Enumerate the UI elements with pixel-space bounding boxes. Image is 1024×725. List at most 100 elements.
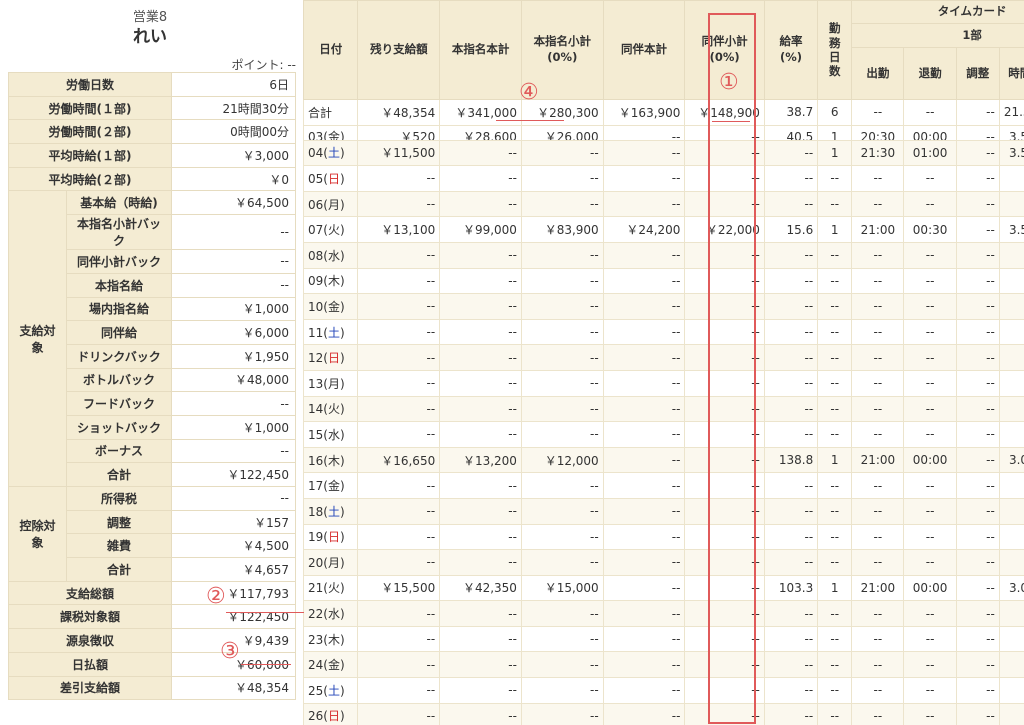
- cell-clock-in: 21:00: [851, 574, 905, 602]
- summary-label: 労働日数: [7, 72, 173, 97]
- cell-douhan-subtotal: --: [684, 241, 765, 269]
- cell-pay-rate: --: [763, 497, 819, 525]
- cell-douhan-total: ￥163,900: [602, 99, 686, 126]
- cell-hours: --: [998, 267, 1024, 295]
- cell-clock-out: --: [903, 421, 957, 448]
- cell-douhan-total: ￥24,200: [602, 216, 686, 243]
- table-row: 24(金)------------------------: [303, 651, 1024, 679]
- cell-honshimei-subtotal: ￥12,000: [520, 446, 604, 474]
- summary-value: ￥1,000: [171, 414, 297, 440]
- summary-value: ￥122,450: [171, 604, 297, 630]
- cell-date: 11(土): [303, 318, 359, 346]
- cell-adjust: --: [955, 99, 1000, 126]
- cell-remaining: --: [357, 677, 441, 704]
- cell-date: 09(木): [303, 267, 359, 295]
- cell-douhan-subtotal: ￥22,000: [684, 216, 765, 243]
- cell-clock-in: --: [851, 651, 905, 679]
- cell-douhan-total: --: [602, 293, 686, 320]
- cell-work-days: 1: [817, 124, 853, 141]
- col-header-hours[interactable]: 時間: [998, 47, 1024, 100]
- weekday-label: 土: [327, 683, 340, 698]
- cell-date: 23(木): [303, 625, 359, 653]
- cell-clock-in: 21:30: [851, 139, 905, 167]
- cell-douhan-subtotal: ￥148,900: [684, 99, 765, 126]
- cell-pay-rate: --: [763, 702, 819, 725]
- cell-work-days: --: [817, 395, 853, 423]
- cell-pay-rate: --: [763, 549, 819, 576]
- cell-hours: --: [998, 190, 1024, 218]
- cell-clock-out: 00:00: [903, 446, 957, 474]
- cell-clock-in: --: [851, 241, 905, 269]
- summary-label: ボトルバック: [65, 367, 173, 393]
- cell-adjust: --: [955, 344, 1000, 371]
- cell-douhan-total: --: [602, 190, 686, 218]
- cell-remaining: --: [357, 190, 441, 218]
- cell-honshimei-total: --: [439, 497, 522, 525]
- cell-hours: --: [998, 421, 1024, 448]
- staff-name: れい: [133, 27, 167, 47]
- cell-remaining: --: [357, 369, 441, 397]
- col-header-pay-rate[interactable]: 給率 (%): [763, 0, 819, 100]
- table-row: 20(月)------------------------: [303, 549, 1024, 576]
- cell-honshimei-total: --: [439, 318, 522, 346]
- col-header-honshimei-total[interactable]: 本指名本計: [439, 0, 522, 100]
- cell-work-days: 1: [817, 139, 853, 167]
- cell-pay-rate: --: [763, 344, 819, 371]
- summary-value: ￥3,000: [171, 143, 297, 168]
- col-header-work-days[interactable]: 勤 務 日 数: [817, 0, 853, 100]
- cell-clock-in: --: [851, 421, 905, 448]
- cell-honshimei-total: --: [439, 677, 522, 704]
- cell-honshimei-subtotal: --: [520, 625, 604, 653]
- col-header-clock-out[interactable]: 退勤: [903, 47, 957, 100]
- cell-work-days: --: [817, 190, 853, 218]
- cell-douhan-total: --: [602, 395, 686, 423]
- cell-hours: --: [998, 318, 1024, 346]
- cell-douhan-subtotal: --: [684, 293, 765, 320]
- cell-honshimei-total: --: [439, 549, 522, 576]
- table-row: 26(日)------------------------: [303, 702, 1024, 725]
- col-header-adjust[interactable]: 調整: [955, 47, 1000, 100]
- col-header-date[interactable]: 日付: [303, 0, 359, 100]
- cell-honshimei-total: --: [439, 625, 522, 653]
- summary-label: 雑費: [65, 533, 173, 559]
- cell-honshimei-total: ￥42,350: [439, 574, 522, 602]
- summary-value: ￥64,500: [171, 190, 297, 216]
- summary-row: 平均時給(２部) ￥0: [7, 166, 297, 192]
- cell-pay-rate: 38.7: [763, 99, 819, 126]
- cell-hours: --: [998, 497, 1024, 525]
- summary-label: 合計: [65, 557, 173, 582]
- summary-row: 控除対象 所得税 --: [8, 486, 297, 582]
- cell-honshimei-subtotal: ￥26,000: [520, 124, 604, 141]
- cell-pay-rate: --: [763, 421, 819, 448]
- weekday-label: 土: [327, 504, 340, 519]
- daily-pay-table-area[interactable]: 日付 残り支給額 本指名本計 本指名小計 (0%) 同伴本計 同伴小計 (0%)…: [303, 0, 1024, 725]
- cell-clock-out: --: [903, 99, 957, 126]
- cell-honshimei-subtotal: --: [520, 139, 604, 167]
- cell-hours: 3.00: [998, 446, 1024, 474]
- col-header-part1: 1部: [851, 23, 1024, 48]
- cell-remaining: --: [357, 421, 441, 448]
- cell-douhan-subtotal: --: [684, 318, 765, 346]
- col-header-remaining[interactable]: 残り支給額: [357, 0, 441, 100]
- summary-label: 日払額: [7, 651, 173, 677]
- table-row: 18(土)------------------------: [303, 497, 1024, 525]
- col-header-douhan-total[interactable]: 同伴本計: [602, 0, 686, 100]
- cell-douhan-subtotal: --: [684, 124, 765, 141]
- cell-remaining: ￥13,100: [357, 216, 441, 243]
- col-header-clock-in[interactable]: 出勤: [851, 47, 905, 100]
- cell-date: 04(土): [303, 139, 359, 167]
- cell-date: 07(火): [303, 216, 359, 243]
- table-row: 14(火)------------------------: [303, 395, 1024, 423]
- cell-douhan-total: --: [602, 267, 686, 295]
- cell-adjust: --: [955, 677, 1000, 704]
- summary-label: 差引支給額: [7, 675, 173, 701]
- cell-date: 14(火): [303, 395, 359, 423]
- cell-clock-in: --: [851, 549, 905, 576]
- cell-date: 05(日): [303, 165, 359, 192]
- cell-honshimei-total: --: [439, 241, 522, 269]
- cell-douhan-total: --: [602, 446, 686, 474]
- cell-work-days: 1: [817, 574, 853, 602]
- cell-date: 22(水): [303, 600, 359, 627]
- cell-honshimei-total: ￥99,000: [439, 216, 522, 243]
- cell-douhan-subtotal: --: [684, 344, 765, 371]
